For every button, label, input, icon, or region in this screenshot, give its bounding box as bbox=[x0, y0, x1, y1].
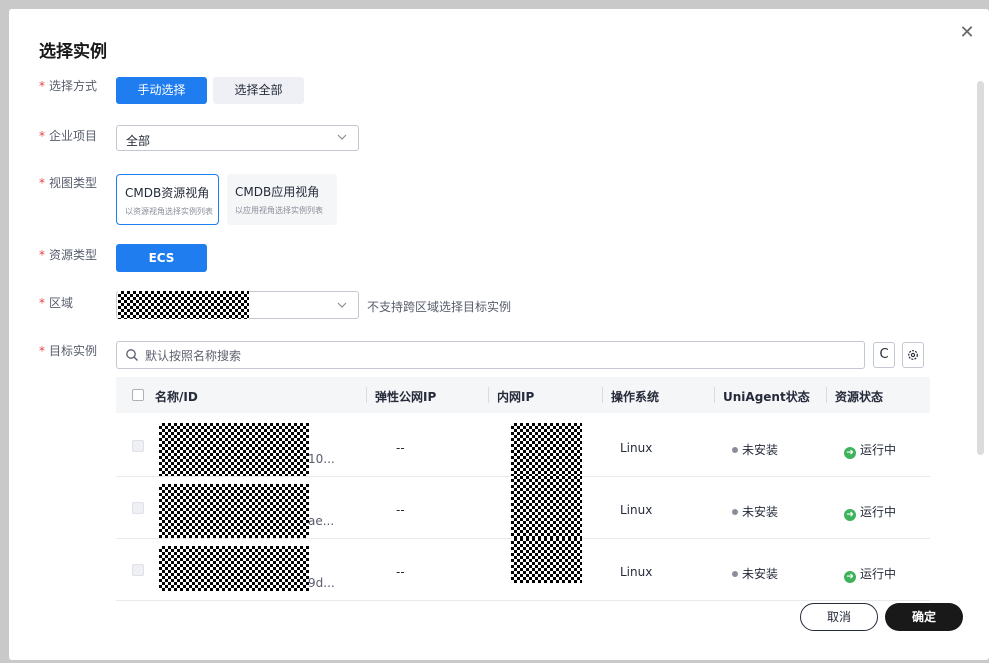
enterprise-project-label: * 企业项目 bbox=[39, 129, 98, 143]
column-os: 操作系统 bbox=[611, 390, 660, 404]
required-mark: * bbox=[39, 248, 45, 262]
resource-type-ecs-button[interactable]: ECS bbox=[116, 244, 207, 272]
column-divider bbox=[714, 387, 715, 403]
redacted-private-ip bbox=[511, 423, 582, 476]
eip-cell: -- bbox=[396, 503, 405, 517]
table-row[interactable]: 10... -- Linux 未安装 ➜ 运行中 bbox=[116, 414, 930, 477]
region-label: * 区域 bbox=[39, 296, 74, 310]
enterprise-project-select[interactable]: 全部 bbox=[116, 125, 359, 151]
required-mark: * bbox=[39, 344, 45, 358]
row-checkbox[interactable] bbox=[132, 564, 144, 576]
status-dot-icon bbox=[732, 571, 738, 577]
table-row[interactable]: ae... -- Linux 未安装 ➜ 运行中 bbox=[116, 476, 930, 539]
table-row[interactable]: 9d... -- Linux 未安装 ➜ 运行中 bbox=[116, 538, 930, 601]
column-divider bbox=[488, 387, 489, 403]
view-card-application-title: CMDB应用视角 bbox=[235, 185, 320, 199]
view-type-label: * 视图类型 bbox=[39, 176, 98, 190]
running-icon: ➜ bbox=[844, 509, 856, 521]
row-checkbox[interactable] bbox=[132, 502, 144, 514]
chevron-down-icon bbox=[337, 302, 347, 308]
enterprise-project-value: 全部 bbox=[126, 134, 151, 148]
chevron-down-icon bbox=[337, 134, 347, 140]
cancel-button[interactable]: 取消 bbox=[800, 603, 878, 631]
dialog-title: 选择实例 bbox=[39, 42, 107, 62]
view-card-application-subtitle: 以应用视角选择实例列表 bbox=[235, 206, 323, 215]
redacted-private-ip bbox=[511, 538, 582, 583]
search-input[interactable] bbox=[143, 346, 847, 366]
os-cell: Linux bbox=[620, 503, 653, 517]
required-mark: * bbox=[39, 296, 45, 310]
instance-id-suffix: 10... bbox=[308, 452, 335, 466]
eip-cell: -- bbox=[396, 565, 405, 579]
running-icon: ➜ bbox=[844, 447, 856, 459]
column-divider bbox=[826, 387, 827, 403]
redacted-region-value bbox=[118, 291, 249, 319]
selection-mode-label: * 选择方式 bbox=[39, 79, 98, 93]
status-dot-icon bbox=[732, 509, 738, 515]
column-private-ip: 内网IP bbox=[497, 390, 535, 404]
eip-cell: -- bbox=[396, 441, 405, 455]
uniagent-status-cell: 未安装 bbox=[732, 503, 778, 520]
target-instances-label: * 目标实例 bbox=[39, 344, 98, 358]
redacted-instance-name bbox=[159, 423, 309, 476]
instance-id-suffix: 9d... bbox=[308, 576, 335, 590]
refresh-icon: C bbox=[879, 347, 889, 362]
view-card-resource-subtitle: 以资源视角选择实例列表 bbox=[125, 207, 213, 216]
row-checkbox[interactable] bbox=[132, 440, 144, 452]
required-mark: * bbox=[39, 79, 45, 93]
redacted-instance-name bbox=[159, 546, 309, 591]
column-divider bbox=[366, 387, 367, 403]
instance-search-box[interactable] bbox=[116, 341, 865, 369]
required-mark: * bbox=[39, 129, 45, 143]
column-divider bbox=[602, 387, 603, 403]
resource-type-label: * 资源类型 bbox=[39, 248, 98, 262]
instance-id-suffix: ae... bbox=[308, 514, 335, 528]
scrollbar-thumb[interactable] bbox=[977, 81, 984, 455]
column-name-id: 名称/ID bbox=[155, 390, 198, 404]
uniagent-status-cell: 未安装 bbox=[732, 565, 778, 582]
redacted-private-ip bbox=[511, 476, 582, 538]
select-instance-dialog: ✕ 选择实例 * 选择方式 手动选择 选择全部 * 企业项目 全部 * 视图类型 CM… bbox=[9, 9, 989, 660]
redacted-instance-name bbox=[159, 484, 309, 538]
gear-icon bbox=[908, 350, 918, 360]
settings-button[interactable] bbox=[902, 342, 924, 368]
view-card-resource-title: CMDB资源视角 bbox=[125, 186, 210, 200]
region-hint: 不支持跨区域选择目标实例 bbox=[367, 300, 512, 314]
search-icon bbox=[126, 349, 138, 361]
select-all-button[interactable]: 选择全部 bbox=[213, 77, 304, 104]
resource-status-cell: ➜ 运行中 bbox=[844, 441, 896, 459]
status-dot-icon bbox=[732, 447, 738, 453]
confirm-button[interactable]: 确定 bbox=[885, 603, 963, 631]
select-all-checkbox[interactable] bbox=[132, 389, 144, 401]
column-uniagent-status: UniAgent状态 bbox=[723, 390, 810, 404]
os-cell: Linux bbox=[620, 441, 653, 455]
close-icon[interactable]: ✕ bbox=[957, 23, 977, 43]
view-card-application[interactable]: CMDB应用视角 以应用视角选择实例列表 bbox=[227, 174, 337, 225]
refresh-button[interactable]: C bbox=[873, 342, 895, 368]
resource-status-cell: ➜ 运行中 bbox=[844, 503, 896, 521]
required-mark: * bbox=[39, 176, 45, 190]
manual-select-button[interactable]: 手动选择 bbox=[116, 77, 207, 104]
uniagent-status-cell: 未安装 bbox=[732, 441, 778, 458]
resource-status-cell: ➜ 运行中 bbox=[844, 565, 896, 583]
os-cell: Linux bbox=[620, 565, 653, 579]
running-icon: ➜ bbox=[844, 571, 856, 583]
table-header: 名称/ID 弹性公网IP 内网IP 操作系统 UniAgent状态 资源状态 bbox=[116, 377, 930, 413]
column-eip: 弹性公网IP bbox=[375, 390, 437, 404]
column-resource-status: 资源状态 bbox=[835, 390, 884, 404]
view-card-resource[interactable]: CMDB资源视角 以资源视角选择实例列表 bbox=[116, 174, 219, 225]
